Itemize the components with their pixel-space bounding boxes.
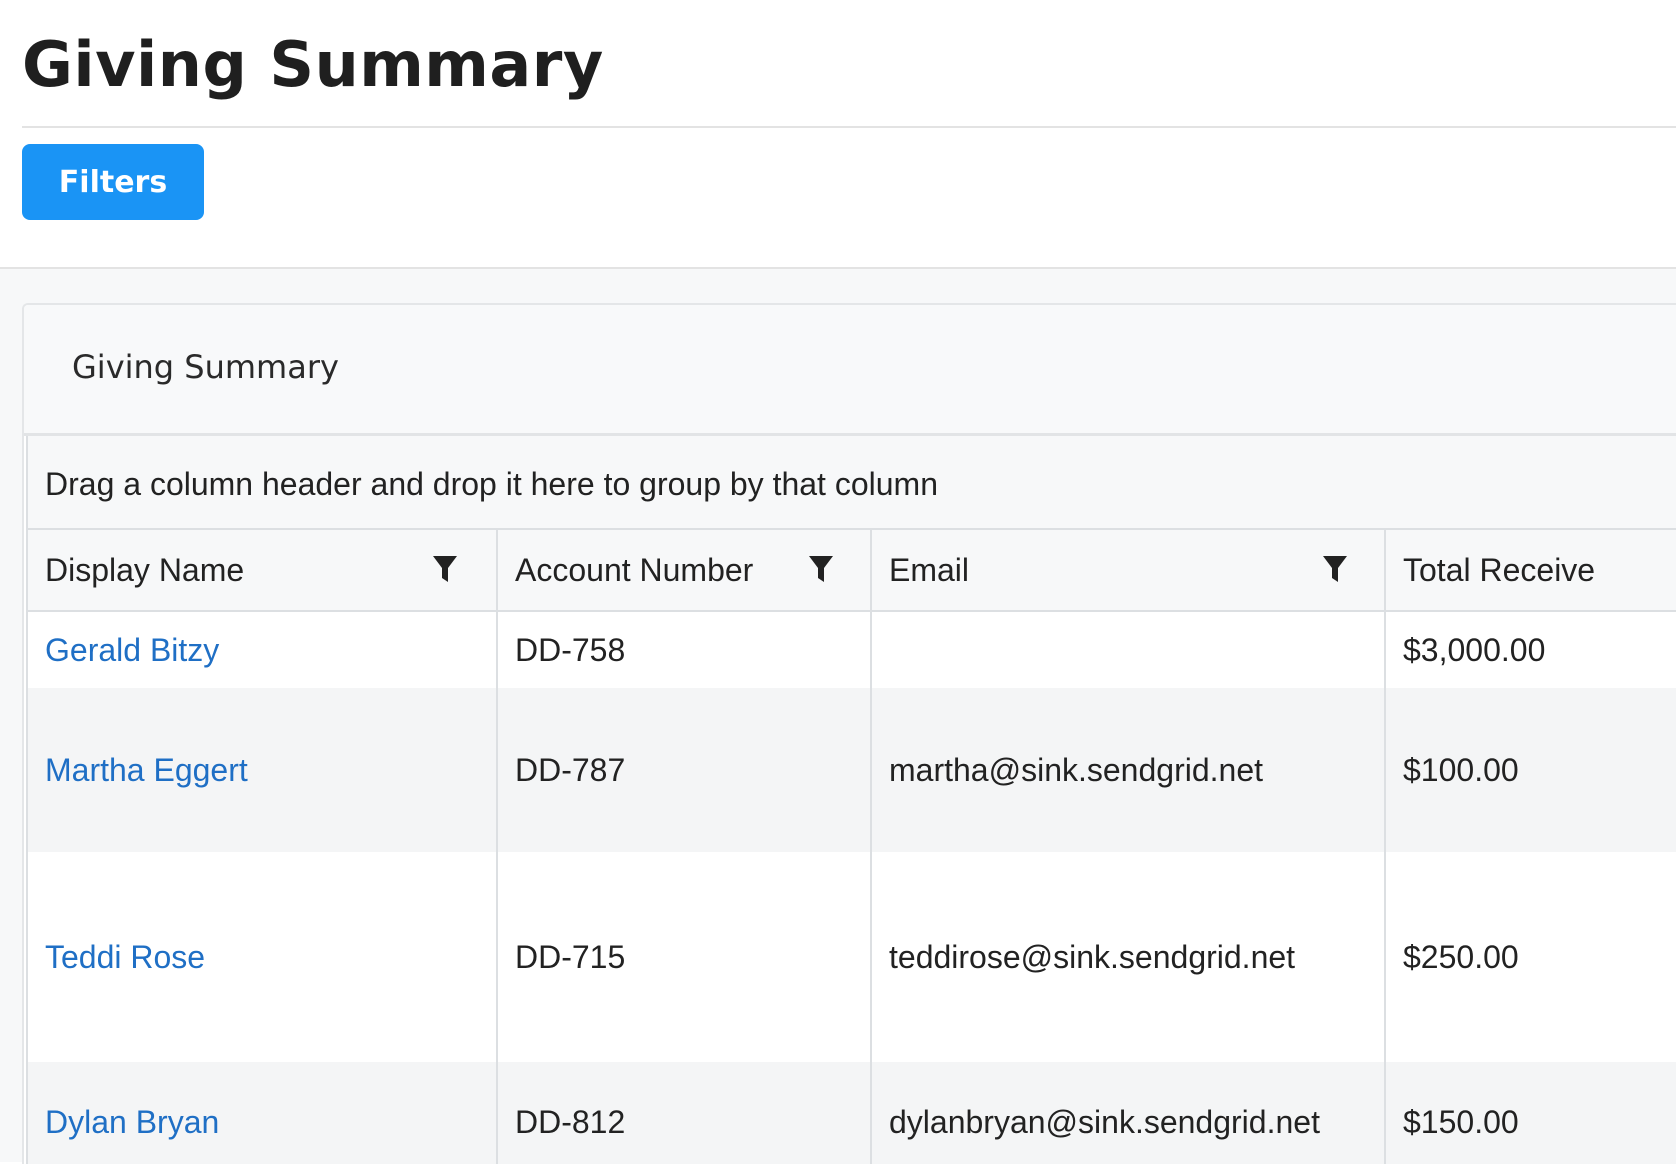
cell-total-received: $3,000.00 xyxy=(1386,612,1676,688)
column-header-email[interactable]: Email xyxy=(872,530,1386,610)
cell-display-name: Teddi Rose xyxy=(28,852,498,1062)
email: teddirose@sink.sendgrid.net xyxy=(889,939,1296,975)
column-header-total-received[interactable]: Total Receive xyxy=(1386,530,1676,610)
cell-account-number: DD-758 xyxy=(498,612,872,688)
column-header-row: Display Name Account Number Email Total … xyxy=(28,530,1676,612)
account-number: DD-787 xyxy=(515,752,626,788)
card-header: Giving Summary xyxy=(24,305,1676,436)
account-number: DD-812 xyxy=(515,1104,626,1140)
table-row: Teddi Rose DD-715 teddirose@sink.sendgri… xyxy=(28,852,1676,1062)
giving-summary-card: Giving Summary Drag a column header and … xyxy=(22,303,1676,1164)
cell-display-name: Gerald Bitzy xyxy=(28,612,498,688)
funnel-icon[interactable] xyxy=(808,554,834,584)
cell-account-number: DD-715 xyxy=(498,852,872,1062)
donor-name-link[interactable]: Teddi Rose xyxy=(45,937,205,977)
column-header-display-name[interactable]: Display Name xyxy=(28,530,498,610)
column-header-label: Email xyxy=(889,552,970,588)
total-received: $250.00 xyxy=(1403,939,1519,975)
column-header-label: Account Number xyxy=(515,552,754,588)
cell-total-received: $100.00 xyxy=(1386,688,1676,852)
title-divider xyxy=(22,126,1676,128)
total-received: $100.00 xyxy=(1403,752,1519,788)
group-by-panel[interactable]: Drag a column header and drop it here to… xyxy=(28,436,1676,530)
funnel-icon[interactable] xyxy=(1322,554,1348,584)
cell-display-name: Martha Eggert xyxy=(28,688,498,852)
table-row: Dylan Bryan DD-812 dylanbryan@sink.sendg… xyxy=(28,1062,1676,1164)
page-title: Giving Summary xyxy=(22,28,604,101)
cell-email: dylanbryan@sink.sendgrid.net xyxy=(872,1062,1386,1164)
account-number: DD-758 xyxy=(515,632,626,668)
cell-account-number: DD-787 xyxy=(498,688,872,852)
cell-email: martha@sink.sendgrid.net xyxy=(872,688,1386,852)
cell-total-received: $250.00 xyxy=(1386,852,1676,1062)
donor-name-link[interactable]: Dylan Bryan xyxy=(45,1102,219,1142)
card-title: Giving Summary xyxy=(72,348,339,386)
cell-total-received: $150.00 xyxy=(1386,1062,1676,1164)
cell-email xyxy=(872,612,1386,688)
funnel-icon[interactable] xyxy=(432,554,458,584)
donor-name-link[interactable]: Martha Eggert xyxy=(45,750,248,790)
total-received: $3,000.00 xyxy=(1403,632,1546,668)
column-header-label: Total Receive xyxy=(1403,552,1596,588)
group-by-hint: Drag a column header and drop it here to… xyxy=(45,466,938,502)
data-grid: Drag a column header and drop it here to… xyxy=(26,436,1676,1164)
email: dylanbryan@sink.sendgrid.net xyxy=(889,1104,1320,1140)
table-row: Gerald Bitzy DD-758 $3,000.00 xyxy=(28,612,1676,688)
cell-email: teddirose@sink.sendgrid.net xyxy=(872,852,1386,1062)
table-row: Martha Eggert DD-787 martha@sink.sendgri… xyxy=(28,688,1676,852)
email: martha@sink.sendgrid.net xyxy=(889,752,1263,788)
donor-name-link[interactable]: Gerald Bitzy xyxy=(45,630,219,670)
page-header: Giving Summary Filters xyxy=(0,0,1676,269)
account-number: DD-715 xyxy=(515,939,626,975)
column-header-label: Display Name xyxy=(45,552,245,588)
column-header-account-number[interactable]: Account Number xyxy=(498,530,872,610)
cell-display-name: Dylan Bryan xyxy=(28,1062,498,1164)
filters-button[interactable]: Filters xyxy=(22,144,204,220)
total-received: $150.00 xyxy=(1403,1104,1519,1140)
cell-account-number: DD-812 xyxy=(498,1062,872,1164)
